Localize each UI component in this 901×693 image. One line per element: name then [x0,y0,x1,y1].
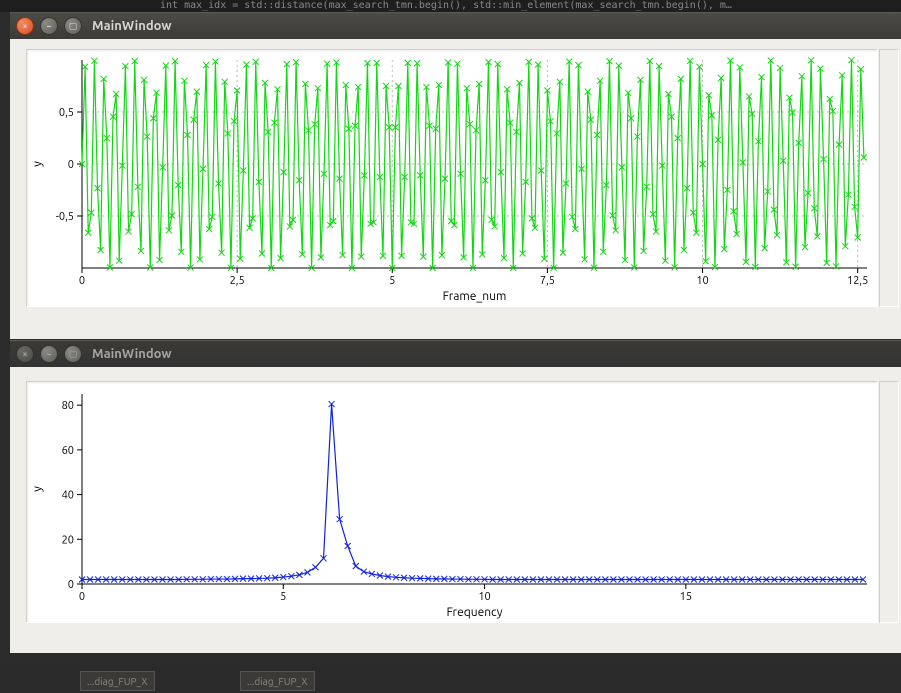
svg-text:7,5: 7,5 [540,275,555,287]
svg-text:0: 0 [79,275,85,287]
svg-text:0: 0 [68,159,74,171]
svg-text:10: 10 [696,275,708,287]
svg-text:-0,5: -0,5 [56,211,74,223]
plot-widget-1[interactable]: -0,5 0 0,5 0 2,5 5 7,5 10 12,5 Frame_num y [26,49,878,307]
close-icon[interactable]: × [16,345,34,363]
svg-text:y: y [31,161,44,167]
svg-text:20: 20 [62,534,74,546]
maximize-icon[interactable]: ▢ [64,17,82,35]
window-titlebar-1[interactable]: × − ▢ MainWindow [10,12,901,39]
side-panel-1 [879,49,899,307]
client-area-1: -0,5 0 0,5 0 2,5 5 7,5 10 12,5 Frame_num y [10,39,901,339]
svg-text:5: 5 [280,591,286,603]
svg-text:0: 0 [79,591,85,603]
svg-text:5: 5 [389,275,395,287]
svg-text:80: 80 [62,400,74,412]
close-icon[interactable]: × [16,17,34,35]
svg-text:12,5: 12,5 [847,275,868,287]
minimize-icon[interactable]: − [40,17,58,35]
side-panel-2 [879,381,899,623]
svg-text:Frame_num: Frame_num [443,290,507,303]
minimize-icon[interactable]: − [40,345,58,363]
svg-text:60: 60 [62,445,74,457]
window-title: MainWindow [92,19,172,33]
ide-footer: ...diag_FUP_X ...diag_FUP_X [0,665,901,693]
plot-widget-2[interactable]: 0 20 40 60 80 0 5 10 15 Frequency y [26,381,878,623]
background-code-hint: int max_idx = std::distance(max_search_t… [0,0,901,12]
svg-text:2,5: 2,5 [230,275,245,287]
svg-text:y: y [31,486,44,492]
svg-text:15: 15 [680,591,692,603]
window-titlebar-2[interactable]: × − ▢ MainWindow [10,340,901,367]
footer-tab-2[interactable]: ...diag_FUP_X [240,671,315,691]
svg-text:40: 40 [62,490,74,502]
svg-text:10: 10 [478,591,490,603]
svg-text:0,5: 0,5 [59,107,74,119]
footer-tab-1[interactable]: ...diag_FUP_X [80,671,155,691]
window-title: MainWindow [92,347,172,361]
client-area-2: 0 20 40 60 80 0 5 10 15 Frequency y [10,367,901,653]
maximize-icon[interactable]: ▢ [64,345,82,363]
svg-text:Frequency: Frequency [446,606,502,619]
svg-text:0: 0 [68,579,74,591]
